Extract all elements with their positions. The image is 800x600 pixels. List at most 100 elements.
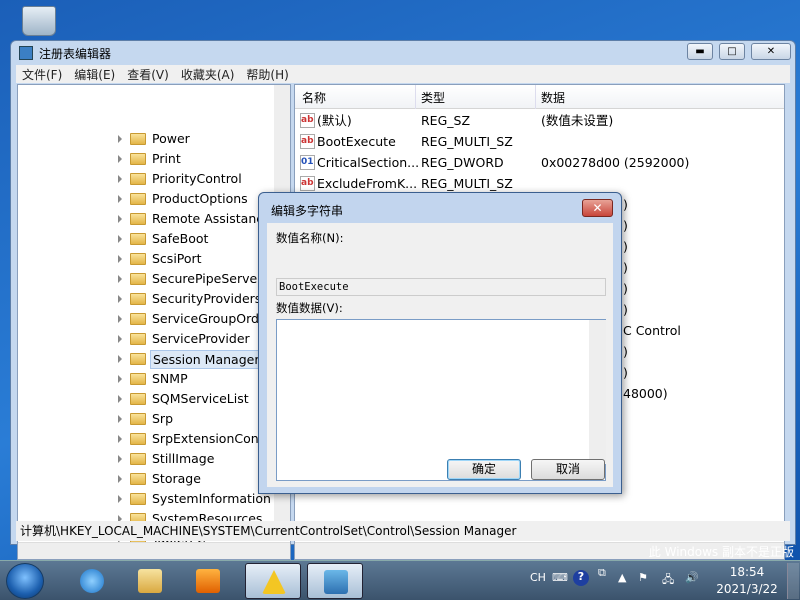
dialog-title: 编辑多字符串 (271, 204, 344, 218)
taskbar-explorer[interactable] (122, 563, 178, 599)
tree-item-label: ServiceGroupOrder (152, 311, 272, 326)
activation-watermark: 此 Windows 副本不是正版 (648, 545, 794, 559)
expand-arrow-icon[interactable] (118, 295, 122, 303)
column-type[interactable]: 类型 (421, 89, 445, 106)
value-row[interactable]: ab ExcludeFromK... REG_MULTI_SZ (295, 173, 784, 194)
menu-edit[interactable]: 编辑(E) (68, 65, 121, 84)
expand-arrow-icon[interactable] (118, 355, 122, 363)
expand-arrow-icon[interactable] (118, 335, 122, 343)
folder-icon (130, 333, 146, 345)
taskbar-regedit[interactable] (307, 563, 363, 599)
expand-arrow-icon[interactable] (118, 135, 122, 143)
folder-icon (130, 353, 146, 365)
expand-arrow-icon[interactable] (118, 315, 122, 323)
status-bar: 计算机\HKEY_LOCAL_MACHINE\SYSTEM\CurrentCon… (16, 521, 790, 541)
menu-view[interactable]: 查看(V) (121, 65, 175, 84)
value-row[interactable]: 01 CriticalSection... REG_DWORD 0x00278d00 … (295, 152, 784, 173)
title-bar[interactable]: 注册表编辑器 ▬ □ ✕ (11, 41, 795, 65)
value-name: ExcludeFromK... (317, 176, 418, 191)
keyboard-icon[interactable]: ⌨ (552, 571, 568, 584)
textarea-vertical-scrollbar[interactable] (589, 320, 606, 464)
expand-arrow-icon[interactable] (118, 455, 122, 463)
menu-file[interactable]: 文件(F) (16, 65, 68, 84)
value-row[interactable]: ab BootExecute REG_MULTI_SZ (295, 131, 784, 152)
show-hidden-icons-chevron[interactable]: ▲ (618, 571, 626, 584)
value-data-fragment: C Control (623, 323, 681, 338)
recycle-bin-icon[interactable] (22, 6, 56, 36)
clock[interactable]: 18:54 2021/3/22 (712, 564, 782, 598)
value-name: BootExecute (317, 134, 396, 149)
tree-item-label: SafeBoot (152, 231, 209, 246)
expand-arrow-icon[interactable] (118, 155, 122, 163)
value-type: REG_MULTI_SZ (421, 176, 513, 191)
expand-arrow-icon[interactable] (118, 235, 122, 243)
expand-arrow-icon[interactable] (118, 475, 122, 483)
taskbar-ie[interactable] (64, 563, 120, 599)
folder-icon (130, 453, 146, 465)
tree-item-label: Remote Assistance (152, 211, 271, 226)
dialog-close-button[interactable]: ✕ (582, 199, 613, 217)
column-data[interactable]: 数据 (541, 89, 565, 106)
menu-help[interactable]: 帮助(H) (240, 65, 294, 84)
value-data: 0x00278d00 (2592000) (541, 155, 690, 170)
expand-arrow-icon[interactable] (118, 275, 122, 283)
expand-arrow-icon[interactable] (118, 195, 122, 203)
folder-icon (130, 253, 146, 265)
tree-item-label: SystemInformation (152, 491, 271, 506)
folder-icon (130, 393, 146, 405)
expand-arrow-icon[interactable] (118, 215, 122, 223)
maximize-button[interactable]: □ (719, 43, 745, 60)
tree-item-label: SrpExtensionConfig (152, 431, 275, 446)
taskbar-media-player[interactable] (180, 563, 236, 599)
value-data-fragment: ) (623, 218, 628, 233)
expand-arrow-icon[interactable] (118, 415, 122, 423)
menu-favorites[interactable]: 收藏夹(A) (175, 65, 241, 84)
network-icon[interactable]: 🖧 (662, 571, 674, 590)
string-value-icon: ab (300, 134, 315, 149)
value-data-label: 数值数据(V): (276, 301, 343, 315)
expand-arrow-icon[interactable] (118, 435, 122, 443)
registry-tree: Power Print PriorityControl ProductOptions R… (17, 84, 291, 560)
language-bar-restore-icon[interactable]: ⧉ (598, 566, 606, 580)
clock-time: 18:54 (729, 565, 765, 579)
language-indicator[interactable]: CH (530, 571, 546, 584)
menu-bar: 文件(F) 编辑(E) 查看(V) 收藏夹(A) 帮助(H) (16, 65, 790, 83)
tree-item-label: Print (152, 151, 181, 166)
cancel-button[interactable]: 取消 (531, 459, 605, 480)
value-data-fragment: ) (623, 260, 628, 275)
expand-arrow-icon[interactable] (118, 175, 122, 183)
folder-icon (130, 373, 146, 385)
tree-item-label: ProductOptions (152, 191, 248, 206)
show-desktop-button[interactable] (787, 563, 799, 599)
tree-item-label: Storage (152, 471, 201, 486)
folder-icon (130, 293, 146, 305)
start-button[interactable] (6, 563, 44, 599)
taskbar-warning-app[interactable] (245, 563, 301, 599)
folder-icon (130, 313, 146, 325)
tree-horizontal-scrollbar[interactable] (18, 542, 290, 559)
expand-arrow-icon[interactable] (118, 255, 122, 263)
minimize-button[interactable]: ▬ (687, 43, 713, 60)
tree-item-label: ServiceProvider (152, 331, 250, 346)
window-title: 注册表编辑器 (39, 47, 112, 61)
list-header: 名称 类型 数据 (295, 85, 784, 109)
value-row[interactable]: ab (默认) REG_SZ (数值未设置) (295, 110, 784, 131)
close-button[interactable]: ✕ (751, 43, 791, 60)
expand-arrow-icon[interactable] (118, 495, 122, 503)
value-data-textarea[interactable] (276, 319, 606, 481)
expand-arrow-icon[interactable] (118, 395, 122, 403)
column-name[interactable]: 名称 (302, 89, 326, 106)
tree-item-label: ScsiPort (152, 251, 202, 266)
ok-button[interactable]: 确定 (447, 459, 521, 480)
value-type: REG_DWORD (421, 155, 504, 170)
folder-icon (130, 173, 146, 185)
action-center-flag-icon[interactable]: ⚑ (638, 571, 648, 584)
string-value-icon: ab (300, 176, 315, 191)
help-icon[interactable]: ? (573, 570, 589, 586)
media-player-icon (196, 569, 220, 593)
expand-arrow-icon[interactable] (118, 375, 122, 383)
folder-icon (130, 273, 146, 285)
value-name-field: BootExecute (276, 278, 606, 296)
volume-icon[interactable]: 🔊 (685, 571, 699, 584)
string-value-icon: ab (300, 113, 315, 128)
